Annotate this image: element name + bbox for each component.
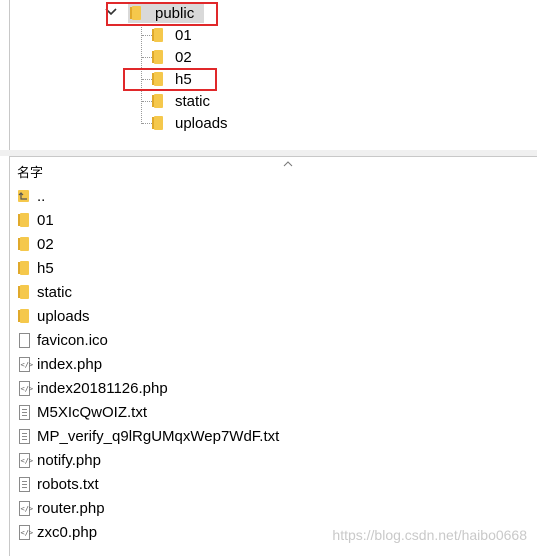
highlight-box — [123, 68, 217, 91]
list-item-folder[interactable]: uploads — [17, 305, 90, 327]
list-item-file[interactable]: MP_verify_q9lRgUMqxWep7WdF.txt — [17, 425, 279, 447]
list-item-file[interactable]: </> notify.php — [17, 449, 101, 471]
tree-item-01[interactable]: 01 — [152, 24, 192, 46]
list-item-file[interactable]: </> router.php — [17, 497, 105, 519]
tree-item-uploads[interactable]: uploads — [152, 112, 228, 134]
folder-icon — [17, 309, 29, 323]
column-header-name[interactable]: 名字 — [17, 162, 43, 181]
list-item-file[interactable]: M5XIcQwOIZ.txt — [17, 401, 147, 423]
list-item-file[interactable]: robots.txt — [17, 473, 99, 495]
sort-ascending-icon[interactable] — [283, 154, 293, 172]
tree-connector — [142, 101, 152, 102]
php-file-icon: </> — [18, 524, 33, 540]
text-file-icon — [18, 404, 30, 420]
text-file-icon — [18, 476, 30, 492]
text-file-icon — [18, 428, 30, 444]
list-item-file[interactable]: </> index20181126.php — [17, 377, 168, 399]
blank-file-icon — [18, 332, 30, 348]
php-file-icon: </> — [18, 500, 33, 516]
watermark: https://blog.csdn.net/haibo0668 — [332, 527, 527, 543]
folder-icon — [17, 285, 29, 299]
folder-icon — [152, 116, 163, 130]
php-file-icon: </> — [18, 356, 33, 372]
tree-item-02[interactable]: 02 — [152, 46, 192, 68]
tree-connector — [142, 57, 152, 58]
list-item-folder[interactable]: h5 — [17, 257, 54, 279]
list-item-folder[interactable]: 02 — [17, 233, 54, 255]
list-item-file[interactable]: </> index.php — [17, 353, 102, 375]
tree-connector — [142, 35, 152, 36]
tree-connector — [142, 123, 152, 124]
folder-icon — [17, 213, 29, 227]
php-file-icon: </> — [18, 380, 33, 396]
list-item-folder[interactable]: static — [17, 281, 72, 303]
folder-icon — [152, 50, 163, 64]
list-item-file[interactable]: </> zxc0.php — [17, 521, 97, 543]
php-file-icon: </> — [18, 452, 33, 468]
folder-icon — [152, 28, 163, 42]
folder-icon — [17, 261, 29, 275]
list-item-file[interactable]: favicon.ico — [17, 329, 108, 351]
folder-icon — [17, 237, 29, 251]
folder-icon — [152, 94, 163, 108]
parent-folder-icon — [17, 187, 31, 205]
tree-item-static[interactable]: static — [152, 90, 210, 112]
highlight-box — [106, 2, 218, 26]
list-item-parent[interactable]: .. — [17, 185, 45, 207]
list-item-folder[interactable]: 01 — [17, 209, 54, 231]
folder-tree-pane[interactable] — [9, 0, 537, 151]
